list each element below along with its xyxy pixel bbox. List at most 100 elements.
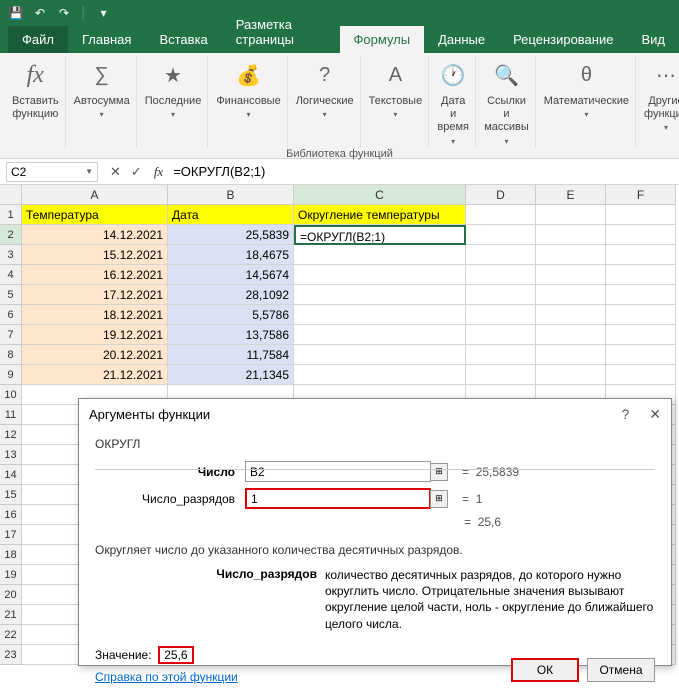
cell[interactable]: [294, 265, 466, 285]
cell[interactable]: 14,5674: [168, 265, 294, 285]
name-box[interactable]: C2 ▼: [6, 162, 98, 182]
insert-function-button[interactable]: fx Вставить функцию: [6, 57, 66, 148]
row-header[interactable]: 16: [0, 505, 22, 525]
row-header[interactable]: 18: [0, 545, 22, 565]
cell[interactable]: [606, 325, 676, 345]
help-icon[interactable]: ?: [621, 406, 629, 423]
save-icon[interactable]: 💾: [6, 3, 26, 23]
col-header-a[interactable]: A: [22, 185, 168, 205]
cell[interactable]: [466, 305, 536, 325]
row-header[interactable]: 1: [0, 205, 22, 225]
autosum-button[interactable]: ∑ Автосумма▾: [68, 57, 137, 148]
cell[interactable]: [536, 205, 606, 225]
cell[interactable]: 18,4675: [168, 245, 294, 265]
cell[interactable]: [606, 265, 676, 285]
recent-functions-button[interactable]: ★ Последние▾: [139, 57, 209, 148]
row-header[interactable]: 9: [0, 365, 22, 385]
cell[interactable]: 17.12.2021: [22, 285, 168, 305]
cell[interactable]: [466, 225, 536, 245]
row-header[interactable]: 4: [0, 265, 22, 285]
logical-button[interactable]: ? Логические▾: [290, 57, 361, 148]
chevron-down-icon[interactable]: ▼: [85, 167, 93, 176]
col-header-c[interactable]: C: [294, 185, 466, 205]
row-header[interactable]: 6: [0, 305, 22, 325]
text-button[interactable]: A Текстовые▾: [363, 57, 430, 148]
cell[interactable]: [466, 285, 536, 305]
row-header[interactable]: 20: [0, 585, 22, 605]
cell[interactable]: Округление температуры: [294, 205, 466, 225]
row-header[interactable]: 5: [0, 285, 22, 305]
cell[interactable]: 28,1092: [168, 285, 294, 305]
cell[interactable]: 16.12.2021: [22, 265, 168, 285]
cell[interactable]: [606, 345, 676, 365]
tab-formulas[interactable]: Формулы: [340, 26, 425, 53]
financial-button[interactable]: 💰 Финансовые▾: [210, 57, 287, 148]
row-header[interactable]: 7: [0, 325, 22, 345]
tab-review[interactable]: Рецензирование: [499, 26, 627, 53]
row-header[interactable]: 22: [0, 625, 22, 645]
arg-number-input[interactable]: [245, 461, 431, 482]
tab-home[interactable]: Главная: [68, 26, 145, 53]
math-button[interactable]: θ Математические▾: [538, 57, 636, 148]
cell[interactable]: [536, 285, 606, 305]
cell[interactable]: Дата: [168, 205, 294, 225]
formula-input[interactable]: [171, 162, 679, 181]
col-header-b[interactable]: B: [168, 185, 294, 205]
cell[interactable]: [536, 265, 606, 285]
cell[interactable]: [606, 225, 676, 245]
tab-page-layout[interactable]: Разметка страницы: [222, 11, 340, 53]
row-header[interactable]: 13: [0, 445, 22, 465]
cell[interactable]: 18.12.2021: [22, 305, 168, 325]
redo-icon[interactable]: ↷: [54, 3, 74, 23]
accept-formula-icon[interactable]: ✓: [131, 164, 142, 180]
range-picker-icon[interactable]: ⊞: [430, 463, 448, 481]
row-header[interactable]: 2: [0, 225, 22, 245]
cell[interactable]: [466, 345, 536, 365]
cell[interactable]: [536, 325, 606, 345]
cell[interactable]: Температура: [22, 205, 168, 225]
cell[interactable]: [606, 245, 676, 265]
more-functions-button[interactable]: ⋯ Другие функции▾: [638, 57, 679, 148]
tab-insert[interactable]: Вставка: [145, 26, 221, 53]
datetime-button[interactable]: 🕐 Дата и время▾: [431, 57, 476, 148]
select-all-corner[interactable]: [0, 185, 22, 205]
range-picker-icon[interactable]: ⊞: [430, 490, 448, 508]
row-header[interactable]: 8: [0, 345, 22, 365]
cell[interactable]: [294, 305, 466, 325]
cell[interactable]: [466, 265, 536, 285]
cell[interactable]: [536, 305, 606, 325]
cell[interactable]: 15.12.2021: [22, 245, 168, 265]
cell[interactable]: [536, 245, 606, 265]
cell[interactable]: [294, 285, 466, 305]
ok-button[interactable]: ОК: [511, 658, 579, 682]
tab-file[interactable]: Файл: [8, 26, 68, 53]
cell[interactable]: [466, 365, 536, 385]
row-header[interactable]: 11: [0, 405, 22, 425]
row-header[interactable]: 23: [0, 645, 22, 665]
cell[interactable]: 21,1345: [168, 365, 294, 385]
tab-view[interactable]: Вид: [627, 26, 679, 53]
cell[interactable]: [294, 245, 466, 265]
cell[interactable]: [606, 365, 676, 385]
close-icon[interactable]: ✕: [649, 406, 661, 423]
undo-icon[interactable]: ↶: [30, 3, 50, 23]
row-header[interactable]: 19: [0, 565, 22, 585]
cell[interactable]: [294, 345, 466, 365]
cell[interactable]: [536, 225, 606, 245]
row-header[interactable]: 12: [0, 425, 22, 445]
cancel-formula-icon[interactable]: ✕: [110, 164, 121, 180]
col-header-e[interactable]: E: [536, 185, 606, 205]
cancel-button[interactable]: Отмена: [587, 658, 655, 682]
cell[interactable]: [606, 205, 676, 225]
row-header[interactable]: 10: [0, 385, 22, 405]
arg-digits-input[interactable]: [245, 488, 431, 509]
cell[interactable]: 11,7584: [168, 345, 294, 365]
cell[interactable]: [466, 205, 536, 225]
cell[interactable]: 20.12.2021: [22, 345, 168, 365]
cell[interactable]: [536, 345, 606, 365]
cell[interactable]: [294, 325, 466, 345]
qat-customize-icon[interactable]: ▾: [94, 3, 114, 23]
row-header[interactable]: 14: [0, 465, 22, 485]
cell[interactable]: 19.12.2021: [22, 325, 168, 345]
row-header[interactable]: 17: [0, 525, 22, 545]
